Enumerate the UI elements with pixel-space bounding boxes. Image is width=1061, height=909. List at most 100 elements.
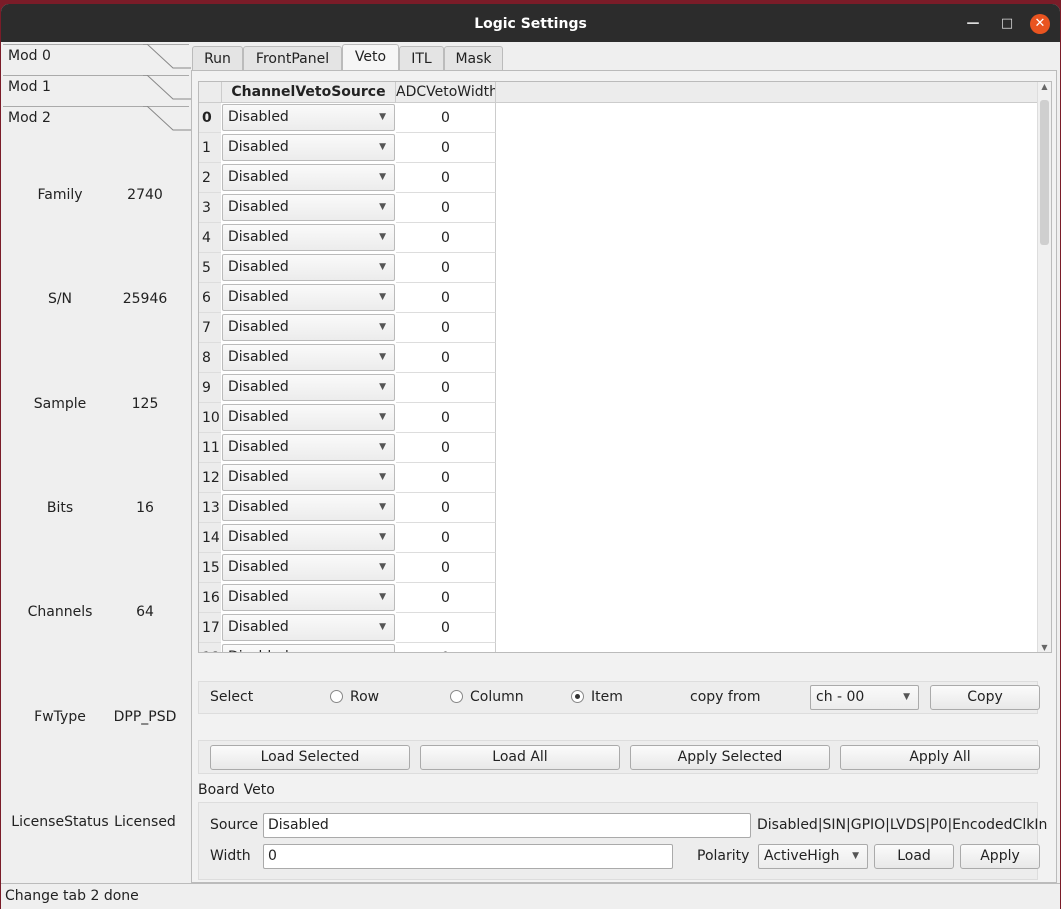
apply-button[interactable]: Apply xyxy=(960,844,1040,869)
veto-source-select[interactable]: Disabled ▼ xyxy=(222,164,395,191)
load-all-button[interactable]: Load All xyxy=(420,745,620,770)
vertical-scrollbar[interactable]: ▲ ▼ xyxy=(1037,82,1051,652)
veto-source-select[interactable]: Disabled ▼ xyxy=(222,494,395,521)
row-header[interactable]: 18 xyxy=(199,643,221,652)
row-header[interactable]: 17 xyxy=(199,613,221,643)
veto-width-cell[interactable]: 0 xyxy=(396,643,496,652)
veto-width-cell[interactable]: 0 xyxy=(396,253,496,283)
copy-button[interactable]: Copy xyxy=(930,685,1040,710)
row-radio[interactable] xyxy=(330,690,343,703)
veto-width-cell[interactable]: 0 xyxy=(396,283,496,313)
row-header[interactable]: 6 xyxy=(199,283,221,313)
item-radio-label[interactable]: Item xyxy=(591,689,623,705)
column-header-source[interactable]: ChannelVetoSource xyxy=(222,82,396,103)
veto-source-select[interactable]: Disabled ▼ xyxy=(222,434,395,461)
row-header[interactable]: 14 xyxy=(199,523,221,553)
column-header-width[interactable]: ADCVetoWidth xyxy=(396,82,496,103)
veto-source-select[interactable]: Disabled ▼ xyxy=(222,224,395,251)
row-header[interactable]: 8 xyxy=(199,343,221,373)
veto-source-select[interactable]: Disabled ▼ xyxy=(222,464,395,491)
row-header[interactable]: 7 xyxy=(199,313,221,343)
row-header[interactable]: 13 xyxy=(199,493,221,523)
veto-width-cell[interactable]: 0 xyxy=(396,223,496,253)
table-row: 5 Disabled ▼ 0 xyxy=(199,253,496,283)
row-header[interactable]: 1 xyxy=(199,133,221,163)
veto-width-cell[interactable]: 0 xyxy=(396,133,496,163)
minimize-button[interactable]: — xyxy=(963,14,983,34)
row-header[interactable]: 9 xyxy=(199,373,221,403)
veto-source-select[interactable]: Disabled ▼ xyxy=(222,644,395,652)
veto-source-select[interactable]: Disabled ▼ xyxy=(222,584,395,611)
veto-width-cell[interactable]: 0 xyxy=(396,193,496,223)
veto-source-select[interactable]: Disabled ▼ xyxy=(222,314,395,341)
scroll-down-icon[interactable]: ▼ xyxy=(1038,643,1051,652)
module-tab-0[interactable]: Mod 0 xyxy=(3,44,191,74)
row-header[interactable]: 0 xyxy=(199,103,221,133)
veto-width-cell[interactable]: 0 xyxy=(396,493,496,523)
width-input[interactable]: 0 xyxy=(263,844,673,869)
tab-run[interactable]: Run xyxy=(192,46,243,71)
row-header[interactable]: 12 xyxy=(199,463,221,493)
veto-width-cell[interactable]: 0 xyxy=(396,313,496,343)
table-row: 7 Disabled ▼ 0 xyxy=(199,313,496,343)
scroll-up-icon[interactable]: ▲ xyxy=(1038,82,1051,91)
table-row: 13 Disabled ▼ 0 xyxy=(199,493,496,523)
tab-edge xyxy=(143,44,191,69)
close-button[interactable]: ✕ xyxy=(1030,14,1050,34)
veto-source-select[interactable]: Disabled ▼ xyxy=(222,194,395,221)
column-radio-label[interactable]: Column xyxy=(470,689,524,705)
veto-source-select[interactable]: Disabled ▼ xyxy=(222,284,395,311)
veto-width-cell[interactable]: 0 xyxy=(396,433,496,463)
veto-width-cell[interactable]: 0 xyxy=(396,583,496,613)
row-radio-label[interactable]: Row xyxy=(350,689,379,705)
tab-itl[interactable]: ITL xyxy=(399,46,444,71)
row-header[interactable]: 10 xyxy=(199,403,221,433)
veto-source-select[interactable]: Disabled ▼ xyxy=(222,404,395,431)
veto-source-select[interactable]: Disabled ▼ xyxy=(222,614,395,641)
tab-veto[interactable]: Veto xyxy=(342,44,399,72)
tab-frontpanel[interactable]: FrontPanel xyxy=(243,46,342,71)
veto-source-select[interactable]: Disabled ▼ xyxy=(222,104,395,131)
load-selected-button[interactable]: Load Selected xyxy=(210,745,410,770)
polarity-select[interactable]: ActiveHigh ▼ xyxy=(758,844,868,869)
module-tab-2[interactable]: Mod 2 xyxy=(3,106,191,136)
chevron-down-icon: ▼ xyxy=(379,172,386,182)
module-tab-1[interactable]: Mod 1 xyxy=(3,75,191,105)
source-input[interactable]: Disabled xyxy=(263,813,751,838)
veto-source-select[interactable]: Disabled ▼ xyxy=(222,344,395,371)
veto-width-cell[interactable]: 0 xyxy=(396,343,496,373)
veto-width-cell[interactable]: 0 xyxy=(396,523,496,553)
veto-source-select[interactable]: Disabled ▼ xyxy=(222,554,395,581)
load-button[interactable]: Load xyxy=(874,844,954,869)
scrollbar-thumb[interactable] xyxy=(1040,100,1049,245)
info-value: 16 xyxy=(136,500,154,516)
chevron-down-icon: ▼ xyxy=(379,502,386,512)
item-radio[interactable] xyxy=(571,690,584,703)
veto-source-select[interactable]: Disabled ▼ xyxy=(222,524,395,551)
veto-width-cell[interactable]: 0 xyxy=(396,163,496,193)
row-header[interactable]: 16 xyxy=(199,583,221,613)
row-header[interactable]: 3 xyxy=(199,193,221,223)
row-header[interactable]: 2 xyxy=(199,163,221,193)
row-header[interactable]: 11 xyxy=(199,433,221,463)
row-header[interactable]: 4 xyxy=(199,223,221,253)
table-row: 11 Disabled ▼ 0 xyxy=(199,433,496,463)
row-header[interactable]: 15 xyxy=(199,553,221,583)
veto-width-cell[interactable]: 0 xyxy=(396,373,496,403)
veto-source-select[interactable]: Disabled ▼ xyxy=(222,374,395,401)
veto-width-cell[interactable]: 0 xyxy=(396,403,496,433)
row-header[interactable]: 5 xyxy=(199,253,221,283)
apply-selected-button[interactable]: Apply Selected xyxy=(630,745,830,770)
veto-width-cell[interactable]: 0 xyxy=(396,103,496,133)
veto-width-cell[interactable]: 0 xyxy=(396,463,496,493)
apply-all-button[interactable]: Apply All xyxy=(840,745,1040,770)
tab-mask[interactable]: Mask xyxy=(444,46,503,71)
maximize-button[interactable]: □ xyxy=(997,14,1017,34)
veto-source-select[interactable]: Disabled ▼ xyxy=(222,254,395,281)
column-radio[interactable] xyxy=(450,690,463,703)
veto-width-cell[interactable]: 0 xyxy=(396,553,496,583)
veto-source-select[interactable]: Disabled ▼ xyxy=(222,134,395,161)
veto-source-value: Disabled xyxy=(228,589,289,605)
copy-from-select[interactable]: ch - 00 ▼ xyxy=(810,685,919,710)
veto-width-cell[interactable]: 0 xyxy=(396,613,496,643)
